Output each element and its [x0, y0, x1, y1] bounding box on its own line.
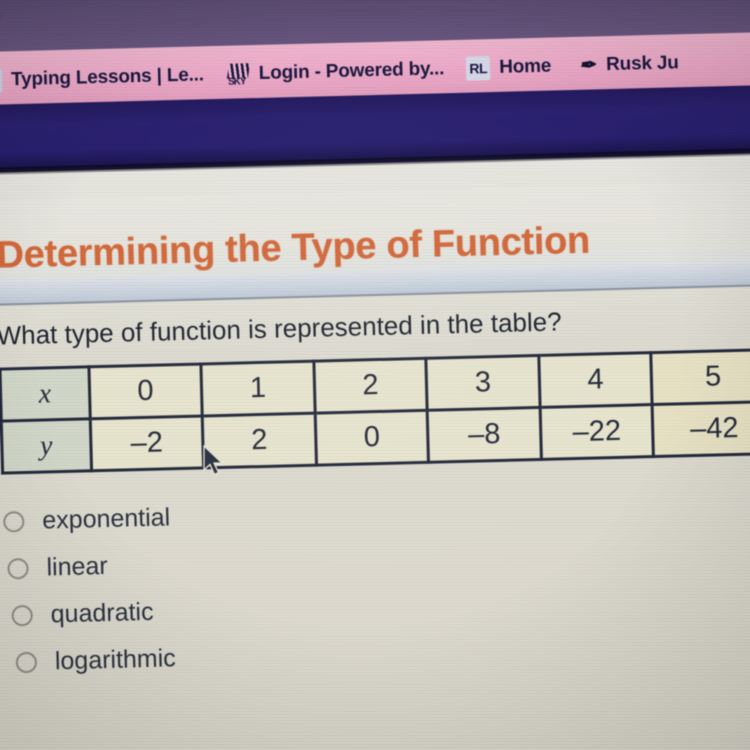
typing-favicon-icon: t	[0, 67, 3, 93]
table-cell: –8	[427, 407, 542, 463]
table-cell: 5	[651, 349, 750, 405]
radio-button-icon[interactable]	[11, 604, 33, 627]
question-text: What type of function is represented in …	[0, 306, 562, 351]
table-cell: 2	[202, 413, 317, 468]
sky-favicon-icon: SKY	[226, 62, 251, 86]
function-value-table: x 0 1 2 3 4 5 y –2 2 0 –8 –22 –42	[0, 348, 750, 475]
lesson-page: Determining the Type of Function What ty…	[0, 155, 750, 750]
table-cell: –42	[652, 401, 750, 457]
table-cell: 3	[426, 355, 540, 411]
table-cell: 0	[88, 363, 203, 419]
option-label: quadratic	[50, 597, 154, 629]
row-label-x: x	[0, 366, 90, 422]
answer-options: exponential linear quadratic logarithmic	[3, 488, 428, 687]
bookmark-label: Rusk Ju	[605, 51, 679, 75]
bookmark-home[interactable]: RL Home	[465, 46, 552, 88]
bookmark-typing-lessons[interactable]: t Typing Lessons | Le...	[0, 55, 204, 100]
bookmark-label: Typing Lessons | Le...	[10, 63, 205, 90]
bookmark-login-powered-by[interactable]: SKY Login - Powered by...	[225, 49, 444, 95]
option-logarithmic[interactable]: logarithmic	[6, 629, 427, 687]
option-label: linear	[46, 551, 109, 582]
bookmark-label: Home	[498, 55, 552, 78]
radio-button-icon[interactable]	[7, 557, 29, 580]
table-cell: 0	[314, 410, 429, 466]
radio-button-icon[interactable]	[3, 511, 25, 533]
table-cell: –22	[539, 404, 654, 460]
screenshot-root: r/ t Typing Lessons | Le... SKY Login - …	[0, 0, 750, 750]
table-cell: 4	[538, 352, 653, 408]
browser-window: r/ t Typing Lessons | Le... SKY Login - …	[0, 0, 750, 750]
rusk-favicon-icon: ✒	[578, 54, 592, 77]
bookmark-label: Login - Powered by...	[258, 57, 445, 84]
option-label: logarithmic	[54, 644, 177, 676]
url-text: r/	[0, 11, 2, 37]
option-label: exponential	[41, 503, 171, 535]
table-cell: –2	[89, 415, 204, 471]
table-cell: 2	[313, 358, 428, 414]
table-cell: 1	[201, 361, 315, 416]
radio-button-icon[interactable]	[15, 651, 38, 674]
row-label-y: y	[1, 418, 92, 474]
bookmark-rusk-junior[interactable]: ✒ Rusk Ju	[573, 43, 679, 86]
rl-favicon-icon: RL	[465, 55, 491, 81]
